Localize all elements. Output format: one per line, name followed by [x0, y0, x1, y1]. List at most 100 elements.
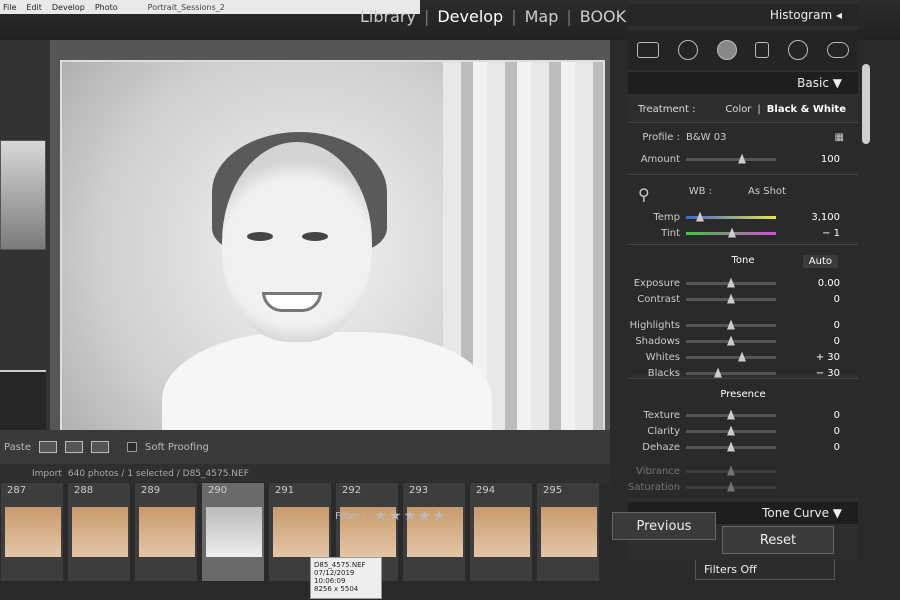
whites-value[interactable]: + 30	[816, 352, 840, 363]
graduated-filter-icon[interactable]	[755, 42, 770, 58]
profile-dropdown[interactable]: B&W 03	[686, 132, 726, 143]
treatment-color[interactable]: Color	[725, 104, 751, 115]
slider-knob[interactable]	[727, 441, 735, 452]
module-map[interactable]: Map	[525, 7, 559, 26]
slider-knob[interactable]	[738, 153, 746, 164]
clarity-slider[interactable]	[686, 425, 776, 436]
star-icon[interactable]: ★	[403, 508, 416, 524]
navigator-preview[interactable]	[0, 140, 46, 250]
cell-number: 290	[208, 485, 228, 496]
before-after-icon[interactable]	[91, 441, 109, 453]
contrast-value[interactable]: 0	[834, 294, 840, 305]
slider-knob[interactable]	[727, 293, 735, 304]
filmstrip-cell[interactable]: 288	[67, 482, 131, 582]
filmstrip-cell[interactable]: 293	[402, 482, 466, 582]
texture-slider[interactable]	[686, 409, 776, 420]
tint-slider[interactable]	[686, 227, 776, 238]
highlights-slider[interactable]	[686, 319, 776, 330]
slider-knob[interactable]	[727, 425, 735, 436]
shadows-value[interactable]: 0	[834, 336, 840, 347]
crop-tool-icon[interactable]	[637, 42, 660, 58]
tint-value[interactable]: − 1	[822, 228, 840, 239]
slider-knob[interactable]	[727, 277, 735, 288]
previous-button[interactable]: Previous	[612, 512, 716, 540]
vibrance-slider[interactable]	[686, 465, 776, 476]
lightroom-window: File Edit Develop Photo Portrait_Session…	[0, 0, 900, 600]
contrast-slider[interactable]	[686, 293, 776, 304]
star-rating-filter[interactable]: ★ ★ ★ ★ ★	[374, 508, 447, 524]
amount-row: Amount 100	[628, 151, 858, 167]
exposure-slider[interactable]	[686, 277, 776, 288]
slider-knob[interactable]	[738, 351, 746, 362]
menu-develop[interactable]: Develop	[52, 3, 85, 12]
texture-value[interactable]: 0	[834, 410, 840, 421]
paste-button[interactable]: Paste	[4, 442, 31, 453]
blacks-value[interactable]: − 30	[816, 368, 840, 379]
filmstrip-cell-selected[interactable]: 290	[201, 482, 265, 582]
clarity-value[interactable]: 0	[834, 426, 840, 437]
slider-knob[interactable]	[696, 211, 704, 222]
slider-knob[interactable]	[714, 367, 722, 378]
thumbnail	[139, 507, 195, 557]
import-button[interactable]: Import	[32, 469, 62, 479]
wb-dropdown[interactable]: As Shot	[748, 186, 786, 197]
star-icon[interactable]: ★	[389, 508, 402, 524]
slider-knob[interactable]	[727, 319, 735, 330]
treatment-bw[interactable]: Black & White	[767, 104, 846, 115]
menu-file[interactable]: File	[3, 3, 16, 12]
slider-knob[interactable]	[728, 227, 736, 238]
red-eye-icon[interactable]	[716, 40, 737, 60]
star-icon[interactable]: ★	[433, 508, 446, 524]
compare-view-icon[interactable]	[65, 441, 83, 453]
exposure-value[interactable]: 0.00	[818, 278, 840, 289]
soft-proofing-checkbox[interactable]	[127, 442, 137, 452]
adjustment-brush-icon[interactable]	[826, 42, 849, 58]
filmstrip-info: 640 photos / 1 selected / D85_4575.NEF	[67, 469, 249, 479]
blacks-slider[interactable]	[686, 367, 776, 378]
loupe-view-icon[interactable]	[39, 441, 57, 453]
whites-slider[interactable]	[686, 351, 776, 362]
slider-knob[interactable]	[727, 409, 735, 420]
amount-value[interactable]: 100	[821, 154, 840, 165]
menu-photo[interactable]: Photo	[95, 3, 118, 12]
filmstrip-cell[interactable]: 295	[536, 482, 600, 582]
star-icon[interactable]: ★	[374, 508, 387, 524]
photo-preview[interactable]	[60, 60, 605, 480]
basic-header[interactable]: Basic ▼	[628, 72, 858, 94]
wb-section: ⚲ WB : As Shot Temp 3,100 Tint − 1	[628, 174, 858, 242]
wb-label: WB :	[688, 185, 712, 197]
slider-knob[interactable]	[727, 335, 735, 346]
temp-slider[interactable]	[686, 211, 776, 222]
highlights-value[interactable]: 0	[834, 320, 840, 331]
filters-off-dropdown[interactable]: Filters Off	[695, 558, 835, 580]
filmstrip-cell[interactable]: 294	[469, 482, 533, 582]
auto-button[interactable]: Auto	[802, 255, 838, 268]
filmstrip-cell[interactable]: 287	[0, 482, 64, 582]
histogram-header[interactable]: Histogram ◂	[628, 4, 858, 26]
spot-removal-icon[interactable]	[677, 40, 698, 60]
amount-slider[interactable]	[686, 153, 776, 164]
reset-button[interactable]: Reset	[722, 526, 834, 554]
saturation-slider[interactable]	[686, 481, 776, 492]
module-library[interactable]: Library	[360, 7, 416, 26]
tone-section: Tone Auto Exposure 0.00 Contrast 0 Highl…	[628, 244, 858, 379]
module-develop[interactable]: Develop	[437, 7, 503, 26]
filter-bar: Filter : ★ ★ ★ ★ ★	[335, 508, 447, 524]
dehaze-value[interactable]: 0	[834, 442, 840, 453]
temp-value[interactable]: 3,100	[811, 212, 840, 223]
cell-number: 291	[275, 485, 295, 496]
panel-scrollbar[interactable]	[862, 64, 870, 144]
dehaze-slider[interactable]	[686, 441, 776, 452]
dehaze-row: Dehaze 0	[628, 439, 858, 455]
slider-knob[interactable]	[727, 481, 735, 492]
shadows-slider[interactable]	[686, 335, 776, 346]
radial-filter-icon[interactable]	[787, 40, 808, 60]
profile-browser-icon[interactable]: ▦	[835, 132, 844, 143]
menu-edit[interactable]: Edit	[26, 3, 42, 12]
tooltip-file: D85_4575.NEF	[314, 561, 366, 569]
filmstrip-cell[interactable]: 289	[134, 482, 198, 582]
whites-row: Whites + 30	[628, 349, 858, 365]
star-icon[interactable]: ★	[418, 508, 431, 524]
module-book[interactable]: BOOK	[580, 7, 626, 26]
slider-knob[interactable]	[727, 465, 735, 476]
